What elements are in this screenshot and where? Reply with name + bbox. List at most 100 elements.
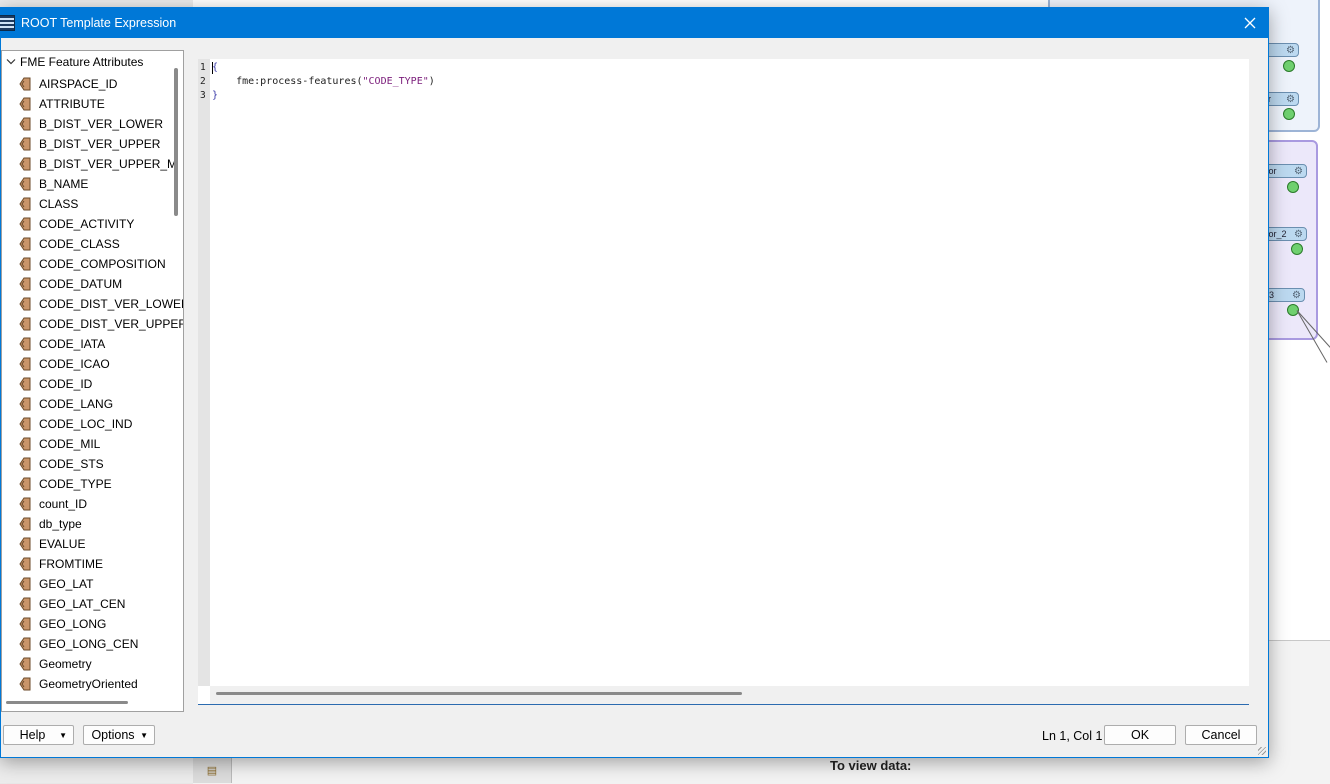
dialog-title: ROOT Template Expression bbox=[21, 16, 177, 30]
attribute-item[interactable]: CODE_ACTIVITY bbox=[2, 214, 174, 234]
options-button-label: Options bbox=[91, 728, 135, 742]
line-number-gutter: 1 2 3 bbox=[198, 59, 210, 686]
attribute-item[interactable]: B_DIST_VER_UPPER_M bbox=[2, 154, 178, 174]
tree-horizontal-scrollbar[interactable] bbox=[6, 701, 128, 704]
attribute-item[interactable]: CODE_STS bbox=[2, 454, 174, 474]
code-close-paren: ) bbox=[428, 76, 435, 87]
output-port[interactable] bbox=[1283, 60, 1295, 72]
attribute-item[interactable]: GEO_LAT bbox=[2, 574, 174, 594]
attribute-label: GEO_LAT bbox=[39, 577, 94, 591]
attribute-label: CODE_MIL bbox=[39, 437, 101, 451]
attribute-label: CODE_DATUM bbox=[39, 277, 123, 291]
attribute-icon bbox=[19, 517, 31, 531]
attribute-icon bbox=[19, 257, 31, 271]
attribute-item[interactable]: Geometry bbox=[2, 654, 174, 674]
attribute-item[interactable]: FROMTIME bbox=[2, 554, 174, 574]
attribute-item[interactable]: CLASS bbox=[2, 194, 174, 214]
output-port[interactable] bbox=[1291, 243, 1303, 255]
attribute-item[interactable]: CODE_COMPOSITION bbox=[2, 254, 174, 274]
attribute-item[interactable]: CODE_ID bbox=[2, 374, 174, 394]
close-button[interactable] bbox=[1238, 11, 1262, 35]
tree-vertical-scrollbar[interactable] bbox=[174, 68, 178, 216]
attribute-item[interactable]: GEO_LONG_CEN bbox=[2, 634, 174, 654]
attribute-item[interactable]: B_NAME bbox=[2, 174, 174, 194]
attribute-item[interactable]: CODE_DATUM bbox=[2, 274, 174, 294]
code-string: "CODE_TYPE" bbox=[362, 76, 429, 87]
code-line-3: } bbox=[212, 90, 219, 101]
attribute-icon bbox=[19, 197, 31, 211]
resize-grip-icon[interactable] bbox=[1258, 747, 1266, 755]
attribute-label: B_NAME bbox=[39, 177, 89, 191]
attribute-item[interactable]: GEO_LONG bbox=[2, 614, 174, 634]
attribute-item[interactable]: CODE_LOC_IND bbox=[2, 414, 174, 434]
attribute-label: CODE_ID bbox=[39, 377, 93, 391]
ok-button[interactable]: OK bbox=[1104, 725, 1176, 745]
tree-root-fme-feature-attributes[interactable]: FME Feature Attributes bbox=[4, 54, 143, 70]
attribute-item[interactable]: B_DIST_VER_UPPER bbox=[2, 134, 174, 154]
tree-root-label: FME Feature Attributes bbox=[20, 55, 144, 69]
attribute-icon bbox=[19, 237, 31, 251]
attribute-item[interactable]: CODE_LANG bbox=[2, 394, 174, 414]
options-button[interactable]: Options ▼ bbox=[83, 725, 155, 745]
attribute-label: B_DIST_VER_LOWER bbox=[39, 117, 164, 131]
attribute-item[interactable]: GeometryOriented bbox=[2, 674, 174, 694]
cancel-button[interactable]: Cancel bbox=[1185, 725, 1257, 745]
attribute-item[interactable]: count_ID bbox=[2, 494, 174, 514]
attribute-label: CODE_COMPOSITION bbox=[39, 257, 166, 271]
attribute-label: db_type bbox=[39, 517, 82, 531]
editor-scroll-track bbox=[210, 686, 1249, 704]
attribute-label: AIRSPACE_ID bbox=[39, 77, 118, 91]
attribute-icon bbox=[19, 217, 31, 231]
attribute-item[interactable]: db_type bbox=[2, 514, 174, 534]
code-line-2: fme:process-features("CODE_TYPE") bbox=[212, 76, 435, 87]
attribute-icon bbox=[19, 177, 31, 191]
info-icon: ▤ bbox=[206, 765, 218, 777]
attribute-icon bbox=[19, 377, 31, 391]
attribute-label: CODE_LOC_IND bbox=[39, 417, 133, 431]
attribute-item[interactable]: CODE_CLASS bbox=[2, 234, 174, 254]
attribute-tree[interactable]: FME Feature Attributes AIRSPACE_ID ATTRIB… bbox=[1, 50, 184, 712]
attribute-icon bbox=[19, 557, 31, 571]
output-port[interactable] bbox=[1283, 108, 1295, 120]
line-number: 2 bbox=[200, 76, 206, 87]
attribute-label: CLASS bbox=[39, 197, 79, 211]
attribute-icon bbox=[19, 157, 31, 171]
attribute-item[interactable]: CODE_DIST_VER_UPPER bbox=[2, 314, 183, 334]
info-tab[interactable]: ▤ bbox=[193, 758, 232, 783]
attribute-icon bbox=[19, 477, 31, 491]
attribute-icon bbox=[19, 277, 31, 291]
view-data-label: To view data: bbox=[830, 758, 912, 773]
attribute-icon bbox=[19, 117, 31, 131]
help-button[interactable]: Help ▼ bbox=[3, 725, 74, 745]
dialog-titlebar[interactable]: ROOT Template Expression bbox=[0, 8, 1268, 38]
attribute-label: CODE_DIST_VER_LOWER bbox=[39, 297, 184, 311]
attribute-item[interactable]: CODE_TYPE bbox=[2, 474, 174, 494]
output-port[interactable] bbox=[1287, 181, 1299, 193]
attribute-item[interactable]: CODE_DIST_VER_LOWER bbox=[2, 294, 183, 314]
window-icon bbox=[0, 15, 15, 31]
attribute-label: CODE_LANG bbox=[39, 397, 114, 411]
attribute-item[interactable]: ATTRIBUTE bbox=[2, 94, 174, 114]
attribute-item[interactable]: EVALUE bbox=[2, 534, 174, 554]
attribute-icon bbox=[19, 617, 31, 631]
attribute-icon bbox=[19, 77, 31, 91]
attribute-item[interactable]: AIRSPACE_ID bbox=[2, 74, 174, 94]
attribute-icon bbox=[19, 317, 31, 331]
attribute-icon bbox=[19, 537, 31, 551]
attribute-label: B_DIST_VER_UPPER_M bbox=[39, 157, 178, 171]
attribute-item[interactable]: CODE_MIL bbox=[2, 434, 174, 454]
attribute-label: GEO_LONG bbox=[39, 617, 107, 631]
attribute-icon bbox=[19, 297, 31, 311]
dropdown-arrow-icon: ▼ bbox=[140, 730, 148, 740]
attribute-item[interactable]: CODE_ICAO bbox=[2, 354, 174, 374]
code-editor[interactable]: 1 2 3 { fme:process-features("CODE_TYPE"… bbox=[198, 59, 1249, 705]
line-number: 1 bbox=[200, 62, 206, 73]
attribute-icon bbox=[19, 417, 31, 431]
attribute-label: CODE_DIST_VER_UPPER bbox=[39, 317, 184, 331]
attribute-item[interactable]: CODE_IATA bbox=[2, 334, 174, 354]
editor-horizontal-scrollbar[interactable] bbox=[216, 692, 742, 695]
attribute-item[interactable]: B_DIST_VER_LOWER bbox=[2, 114, 174, 134]
attribute-icon bbox=[19, 97, 31, 111]
attribute-label: GeometryOriented bbox=[39, 677, 138, 691]
attribute-item[interactable]: GEO_LAT_CEN bbox=[2, 594, 174, 614]
